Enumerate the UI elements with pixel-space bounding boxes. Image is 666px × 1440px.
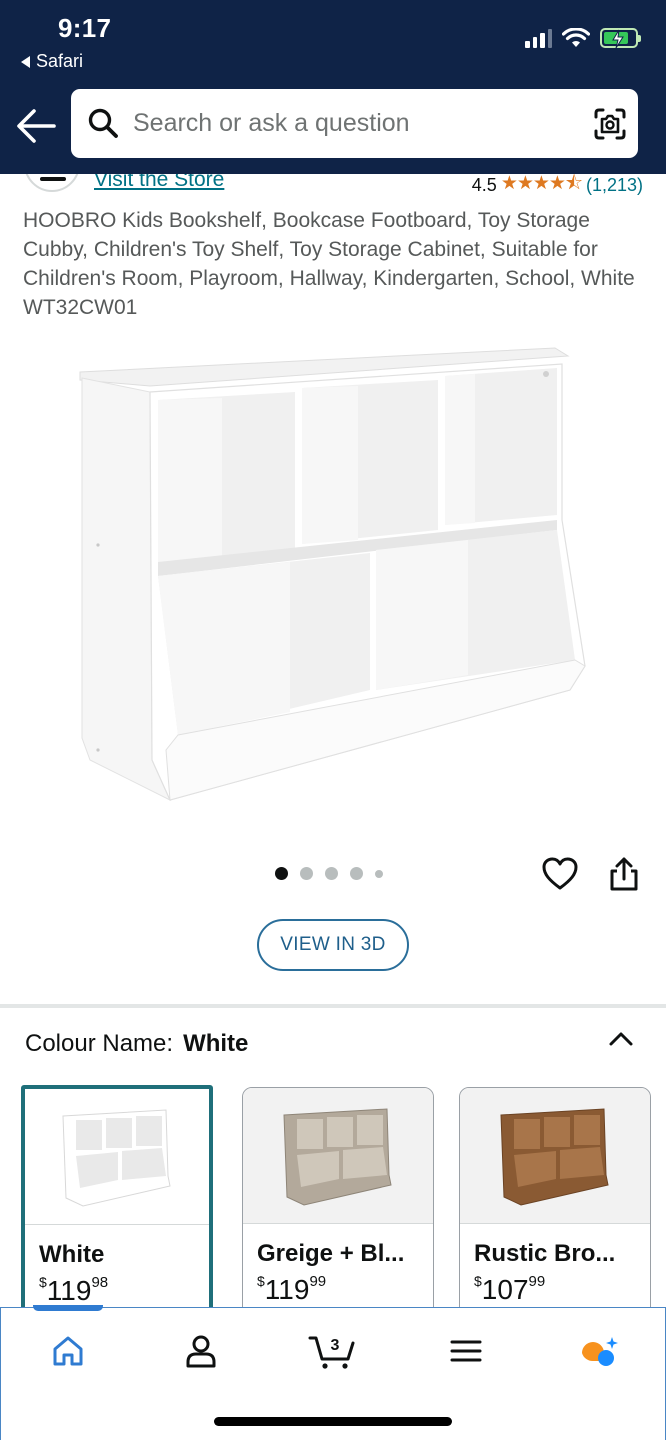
back-arrow-button[interactable]	[14, 106, 58, 146]
swatch-thumbnail	[460, 1088, 650, 1224]
view-in-3d-button[interactable]: VIEW IN 3D	[257, 919, 409, 971]
search-icon	[88, 108, 118, 138]
home-indicator[interactable]	[214, 1417, 452, 1426]
camera-lens-icon[interactable]	[593, 107, 627, 141]
hamburger-menu-icon	[450, 1340, 482, 1362]
heart-icon	[542, 857, 578, 890]
collapse-colour-button[interactable]	[607, 1028, 635, 1048]
nav-account[interactable]	[171, 1326, 231, 1376]
image-dot-3[interactable]	[325, 867, 338, 880]
user-icon	[186, 1335, 216, 1368]
wifi-icon	[562, 28, 590, 47]
image-pagination	[275, 867, 383, 880]
swatch-name: White	[39, 1241, 105, 1268]
cart-icon: 3	[308, 1336, 355, 1369]
image-dot-4[interactable]	[350, 867, 363, 880]
colour-label: Colour Name:	[25, 1030, 174, 1057]
cart-count: 3	[331, 1337, 340, 1354]
swatch-thumbnail	[25, 1089, 209, 1225]
colour-name-row: Colour Name: White	[25, 1030, 248, 1058]
status-time: 9:17	[58, 13, 112, 43]
active-tab-indicator	[33, 1305, 103, 1311]
back-triangle-icon	[21, 55, 30, 68]
swatch-name: Greige + Bl...	[257, 1240, 405, 1267]
share-icon	[610, 857, 638, 891]
swatch-price: $10799	[474, 1273, 546, 1305]
swatch-name: Rustic Bro...	[474, 1240, 616, 1267]
swatch-price: $11999	[257, 1273, 327, 1305]
section-divider	[0, 1004, 666, 1008]
battery-charging-icon	[600, 28, 641, 49]
search-bar[interactable]	[71, 89, 638, 158]
back-to-safari[interactable]: Safari	[21, 51, 83, 72]
image-dot-2[interactable]	[300, 867, 313, 880]
share-button[interactable]	[606, 855, 642, 893]
rufus-assistant-icon	[582, 1337, 618, 1366]
swatch-price: $11998	[39, 1274, 109, 1306]
colour-swatch-white[interactable]: White $11998	[21, 1085, 213, 1310]
image-dot-1[interactable]	[275, 867, 288, 880]
home-icon	[53, 1336, 83, 1366]
add-to-list-button[interactable]	[541, 856, 579, 892]
nav-cart[interactable]: 3	[303, 1326, 363, 1376]
rating-value: 4.5	[471, 174, 497, 195]
product-image[interactable]	[70, 330, 600, 820]
image-dot-5[interactable]	[375, 869, 383, 878]
rating-count: (1,213)	[585, 174, 643, 195]
colour-swatch-rustic-brown[interactable]: Rustic Bro... $10799	[459, 1087, 651, 1310]
nav-home[interactable]	[38, 1326, 98, 1376]
nav-menu[interactable]	[436, 1326, 496, 1376]
back-app-label: Safari	[36, 51, 84, 71]
back-arrow-icon	[17, 109, 56, 143]
swatch-thumbnail	[243, 1088, 433, 1224]
colour-swatch-greige[interactable]: Greige + Bl... $11999	[242, 1087, 434, 1310]
product-title: HOOBRO Kids Bookshelf, Bookcase Footboar…	[23, 209, 635, 319]
colour-swatches: White $11998 Greige + Bl... $11999 Rusti…	[21, 1085, 666, 1310]
search-input[interactable]	[133, 89, 583, 158]
app-header: 9:17 Safari	[0, 0, 666, 174]
nav-rufus-assistant[interactable]	[569, 1326, 629, 1376]
chevron-up-icon	[609, 1032, 633, 1046]
status-icons	[525, 28, 641, 49]
cellular-signal-icon	[525, 28, 552, 48]
colour-selected-value: White	[183, 1030, 249, 1057]
